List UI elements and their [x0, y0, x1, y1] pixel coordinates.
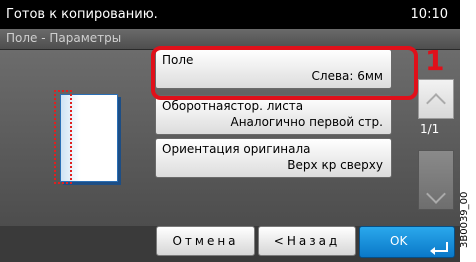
option-value: Аналогично первой стр. [230, 115, 383, 129]
ok-label: OK [390, 234, 408, 248]
chevron-up-icon [426, 93, 446, 113]
device-screen: Готов к копированию. 10:10 Поле - Параме… [0, 0, 460, 262]
option-back-page[interactable]: Оборотнаястор. листа Аналогично первой с… [155, 95, 392, 135]
page-title: Поле - Параметры [6, 31, 122, 45]
status-bar: Готов к копированию. 10:10 [0, 0, 460, 29]
scroll-down-button[interactable] [418, 150, 454, 210]
page-indicator: 1/1 [420, 122, 440, 136]
status-message: Готов к копированию. [6, 7, 158, 22]
side-code: 3B0039_00 [459, 191, 470, 248]
callout-number: 1 [425, 44, 445, 77]
option-value: Верх кр сверху [287, 158, 383, 172]
enter-icon [430, 242, 448, 255]
highlight-box [151, 46, 418, 100]
option-label: Ориентация оригинала [162, 142, 311, 156]
status-time: 10:10 [410, 7, 448, 22]
margin-preview [54, 90, 120, 185]
ok-button[interactable]: OK [359, 226, 455, 258]
cancel-button[interactable]: Отмена [156, 226, 255, 256]
back-button[interactable]: <Назад [258, 226, 356, 256]
chevron-down-icon [426, 184, 446, 204]
margin-marker-icon [54, 90, 72, 184]
scroll-up-button[interactable] [418, 79, 454, 119]
option-orientation[interactable]: Ориентация оригинала Верх кр сверху [155, 138, 392, 178]
option-label: Оборотнаястор. листа [162, 99, 304, 113]
